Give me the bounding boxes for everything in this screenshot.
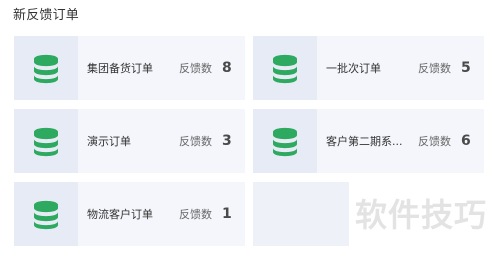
card-icon-container	[14, 182, 78, 246]
feedback-count: 5	[461, 60, 471, 76]
database-icon	[270, 51, 300, 85]
database-icon	[31, 51, 61, 85]
feedback-count-label: 反馈数	[418, 135, 451, 148]
card-icon-container	[253, 109, 317, 173]
card-icon-container	[253, 36, 317, 100]
section-title: 新反馈订单	[13, 8, 80, 23]
feedback-count: 3	[222, 133, 232, 149]
empty-card-area	[253, 182, 349, 246]
order-card-group-stock[interactable]: 集团备货订单 反馈数 8	[14, 36, 245, 100]
order-name: 物流客户订单	[87, 208, 153, 221]
card-icon-container	[14, 109, 78, 173]
feedback-count: 8	[222, 60, 232, 76]
watermark-text: 软件技巧	[355, 196, 488, 234]
order-name: 一批次订单	[326, 62, 381, 75]
card-icon-container	[14, 36, 78, 100]
order-card-first-batch[interactable]: 一批次订单 反馈数 5	[253, 36, 484, 100]
order-name: 演示订单	[87, 135, 131, 148]
order-name: 客户第二期系...	[326, 135, 403, 148]
database-icon	[31, 124, 61, 158]
order-card-customer-phase-two[interactable]: 客户第二期系... 反馈数 6	[253, 109, 484, 173]
empty-card-placeholder	[253, 182, 349, 246]
feedback-count-label: 反馈数	[418, 62, 451, 75]
order-name: 集团备货订单	[87, 62, 153, 75]
database-icon	[31, 197, 61, 231]
feedback-count-label: 反馈数	[179, 62, 212, 75]
order-card-logistics-customer[interactable]: 物流客户订单 反馈数 1	[14, 182, 245, 246]
feedback-count: 1	[222, 206, 232, 222]
feedback-count: 6	[461, 133, 471, 149]
feedback-count-label: 反馈数	[179, 208, 212, 221]
order-card-demo[interactable]: 演示订单 反馈数 3	[14, 109, 245, 173]
database-icon	[270, 124, 300, 158]
feedback-count-label: 反馈数	[179, 135, 212, 148]
